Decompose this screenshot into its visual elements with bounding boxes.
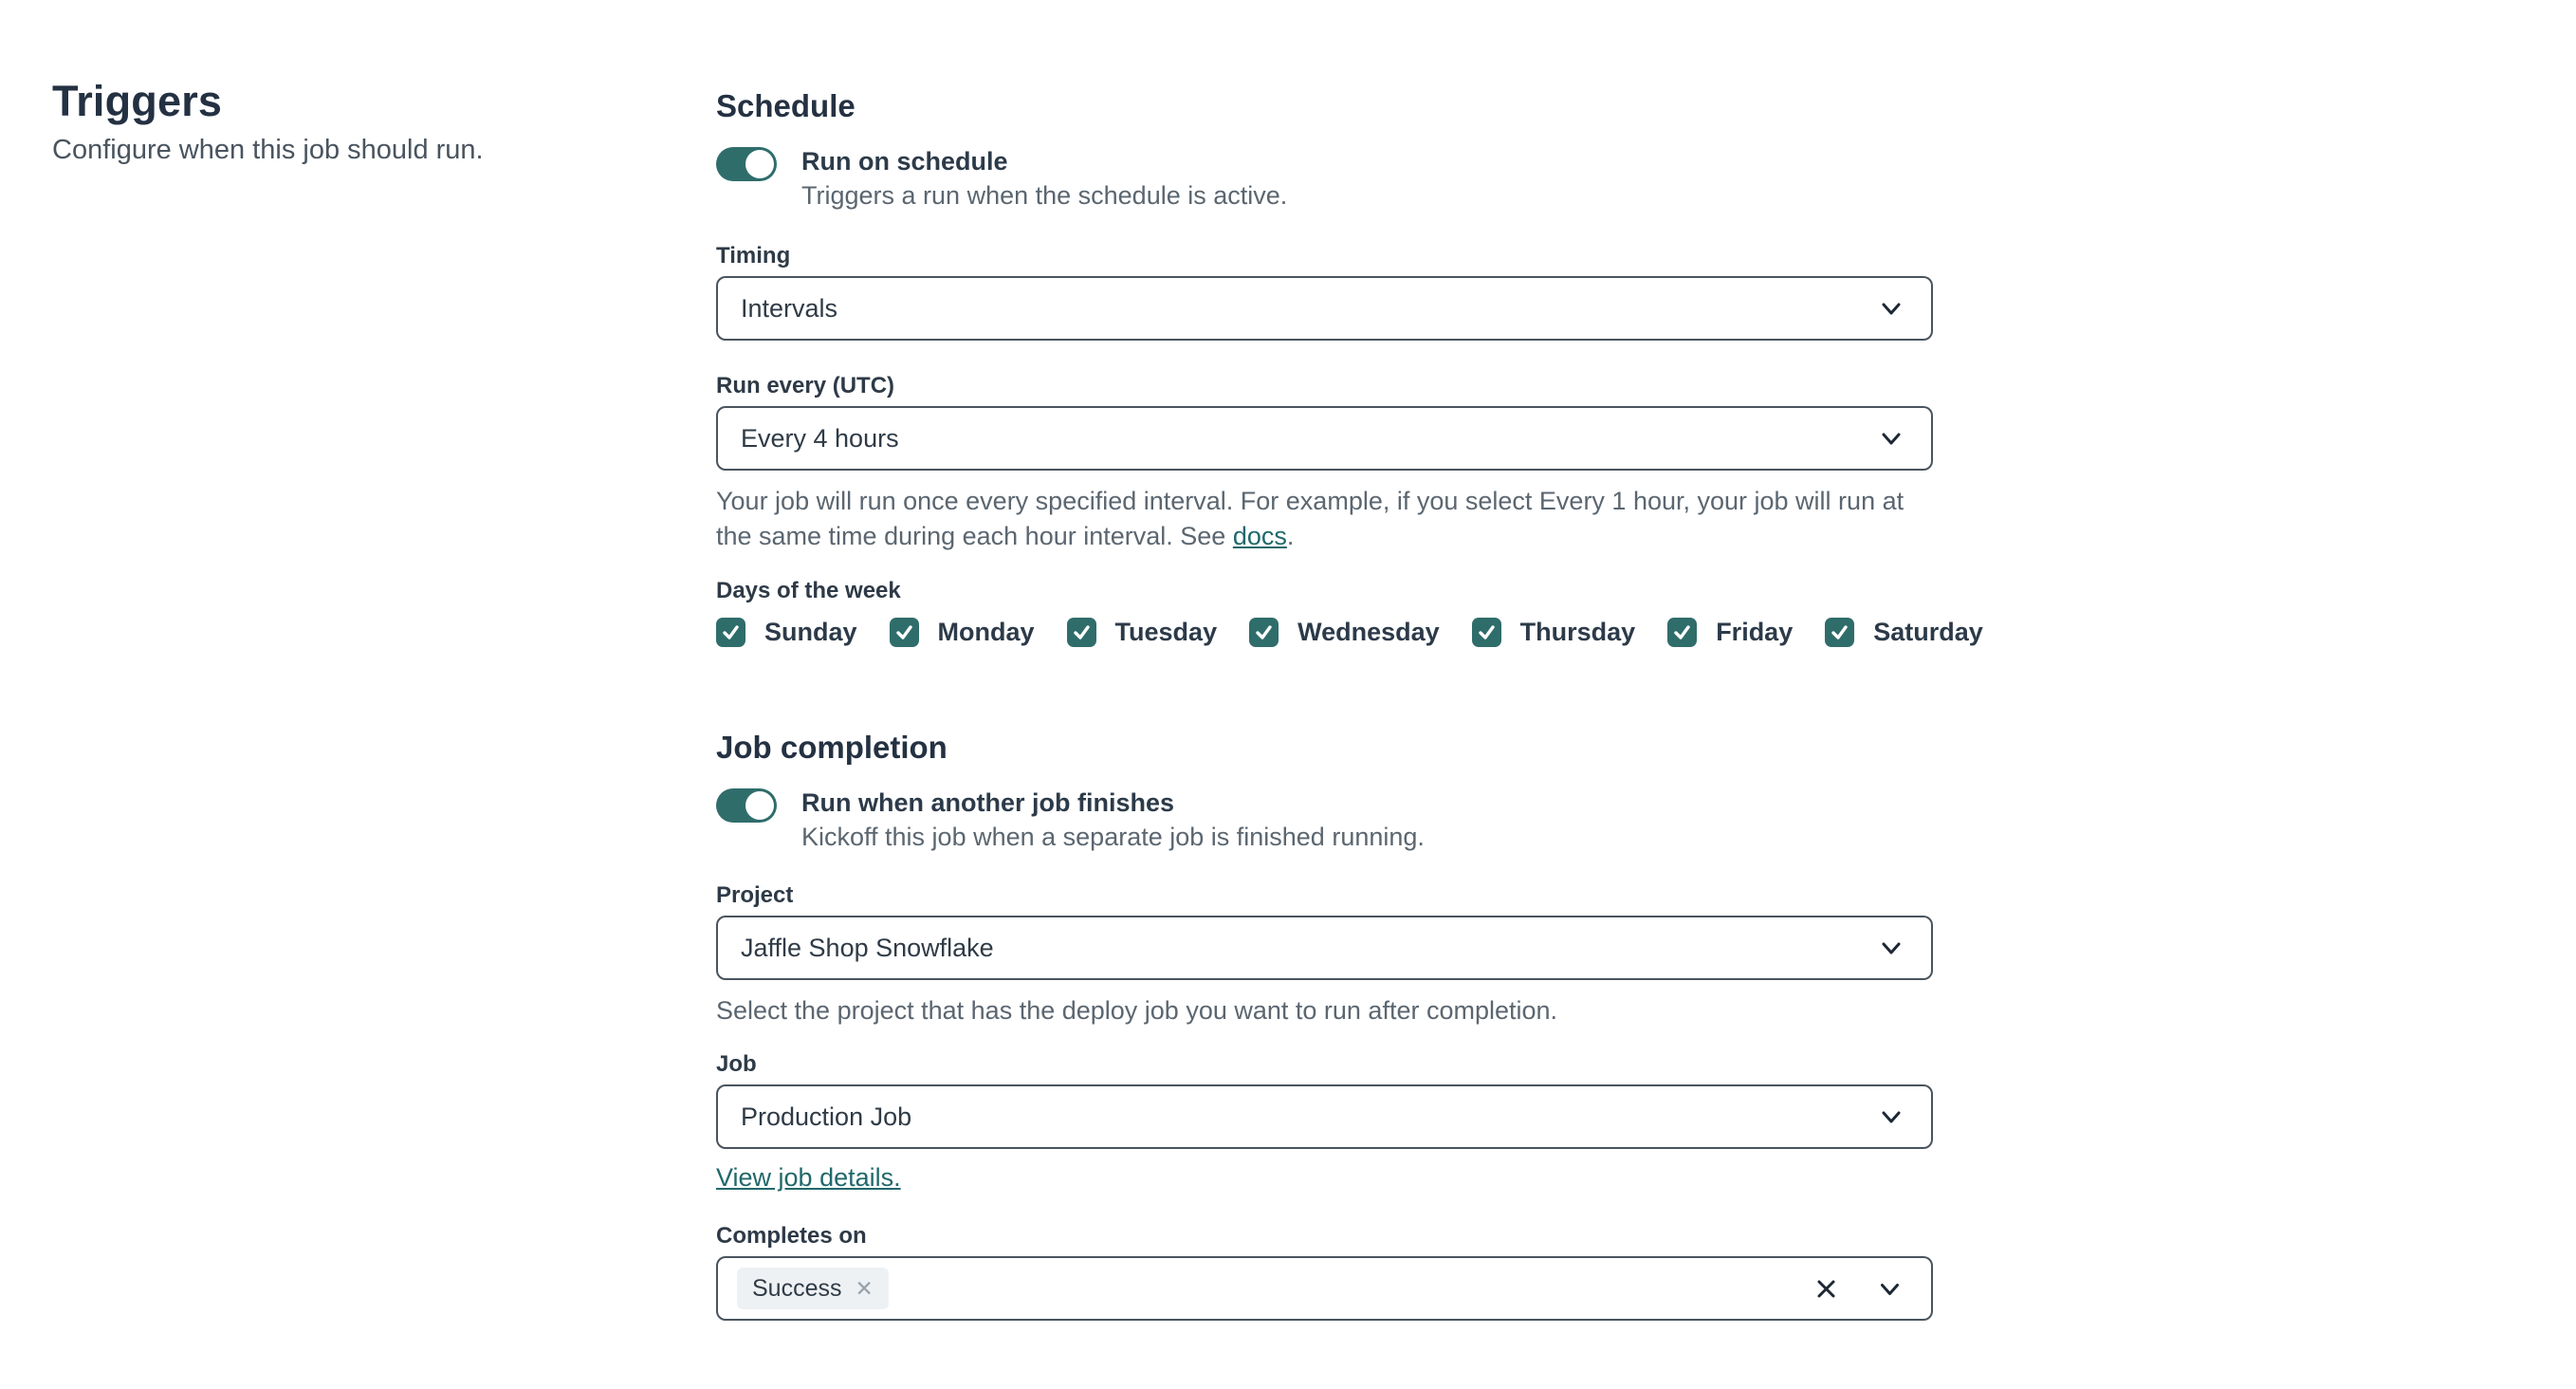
run-when-another-job-finishes-description: Kickoff this job when a separate job is … <box>801 823 1425 851</box>
help-text-suffix: . <box>1286 522 1295 550</box>
job-field: Job Production Job View job details. <box>716 1050 1933 1192</box>
job-completion-heading: Job completion <box>716 730 948 765</box>
toggle-knob <box>745 791 774 820</box>
project-select[interactable]: Jaffle Shop Snowflake <box>716 916 1933 980</box>
timing-field: Timing Intervals <box>716 242 1933 341</box>
day-label: Saturday <box>1873 618 1983 646</box>
chevron-down-icon <box>1882 433 1901 445</box>
day-label: Sunday <box>764 618 857 646</box>
triggers-form: Schedule Run on schedule Triggers a run … <box>716 86 1983 1321</box>
day-checkbox-saturday[interactable]: Saturday <box>1825 616 1983 648</box>
checkbox-checked-icon <box>1825 617 1855 647</box>
chevron-down-icon[interactable] <box>1877 1276 1903 1302</box>
completes-on-field: Completes on Success ✕ <box>716 1222 1933 1321</box>
toggle-text: Run on schedule Triggers a run when the … <box>801 144 1287 213</box>
run-on-schedule-description: Triggers a run when the schedule is acti… <box>801 181 1288 210</box>
run-every-label: Run every (UTC) <box>716 373 895 398</box>
day-label: Monday <box>937 618 1035 646</box>
page-subtitle: Configure when this job should run. <box>52 135 484 165</box>
day-checkbox-wednesday[interactable]: Wednesday <box>1249 616 1440 648</box>
run-every-field: Run every (UTC) Every 4 hours Your job w… <box>716 372 1933 554</box>
day-label: Thursday <box>1519 618 1636 646</box>
job-select[interactable]: Production Job <box>716 1084 1933 1149</box>
job-label: Job <box>716 1051 757 1077</box>
help-text: Your job will run once every specified i… <box>716 487 1904 550</box>
chevron-down-icon <box>1882 1111 1901 1123</box>
day-checkbox-monday[interactable]: Monday <box>889 616 1035 648</box>
run-when-another-job-finishes-label: Run when another job finishes <box>801 788 1175 817</box>
days-of-week-field: Days of the week Sunday Monday Tuesday W… <box>716 577 1983 648</box>
run-when-another-job-finishes-row: Run when another job finishes Kickoff th… <box>716 788 1933 854</box>
days-of-week-row: Sunday Monday Tuesday Wednesday Thursday <box>716 616 1983 648</box>
timing-select[interactable]: Intervals <box>716 276 1933 341</box>
job-value: Production Job <box>741 1102 912 1131</box>
project-label: Project <box>716 882 794 908</box>
completes-on-multiselect[interactable]: Success ✕ <box>716 1256 1933 1321</box>
checkbox-checked-icon <box>1471 617 1501 647</box>
run-when-another-job-finishes-toggle[interactable] <box>716 788 777 823</box>
schedule-heading: Schedule <box>716 88 856 123</box>
docs-link[interactable]: docs <box>1233 522 1287 550</box>
day-label: Wednesday <box>1297 618 1440 646</box>
day-label: Friday <box>1716 618 1794 646</box>
checkbox-checked-icon <box>1249 617 1279 647</box>
toggle-knob <box>745 150 774 178</box>
timing-label: Timing <box>716 243 791 269</box>
project-value: Jaffle Shop Snowflake <box>741 933 994 962</box>
multiselect-controls <box>1813 1276 1903 1302</box>
status-tag-label: Success <box>752 1275 842 1302</box>
day-checkbox-sunday[interactable]: Sunday <box>716 616 857 648</box>
day-checkbox-tuesday[interactable]: Tuesday <box>1066 616 1218 648</box>
run-every-value: Every 4 hours <box>741 423 899 453</box>
run-on-schedule-label: Run on schedule <box>801 147 1008 176</box>
run-every-help: Your job will run once every specified i… <box>716 484 1930 554</box>
checkbox-checked-icon <box>1066 617 1096 647</box>
run-on-schedule-toggle[interactable] <box>716 147 777 181</box>
section-intro: Triggers Configure when this job should … <box>52 78 640 167</box>
project-help: Select the project that has the deploy j… <box>716 996 1558 1025</box>
checkbox-checked-icon <box>1667 617 1698 647</box>
view-job-details-link[interactable]: View job details. <box>716 1163 901 1192</box>
clear-all-icon[interactable] <box>1813 1276 1839 1302</box>
page-title: Triggers <box>52 77 223 125</box>
job-triggers-settings-page: Triggers Configure when this job should … <box>0 0 2576 1389</box>
day-checkbox-friday[interactable]: Friday <box>1667 616 1793 648</box>
run-on-schedule-row: Run on schedule Triggers a run when the … <box>716 147 1933 213</box>
toggle-text: Run when another job finishes Kickoff th… <box>801 786 1425 854</box>
run-every-select[interactable]: Every 4 hours <box>716 406 1933 471</box>
chevron-down-icon <box>1882 942 1901 954</box>
day-checkbox-thursday[interactable]: Thursday <box>1471 616 1636 648</box>
day-label: Tuesday <box>1114 618 1218 646</box>
checkbox-checked-icon <box>889 617 919 647</box>
timing-value: Intervals <box>741 293 838 323</box>
project-field: Project Jaffle Shop Snowflake Select the… <box>716 881 1933 1028</box>
status-tag: Success ✕ <box>737 1268 889 1309</box>
days-of-week-label: Days of the week <box>716 578 901 603</box>
completes-on-label: Completes on <box>716 1223 867 1249</box>
checkbox-checked-icon <box>716 617 745 647</box>
remove-tag-icon[interactable]: ✕ <box>855 1277 873 1300</box>
chevron-down-icon <box>1882 303 1901 315</box>
